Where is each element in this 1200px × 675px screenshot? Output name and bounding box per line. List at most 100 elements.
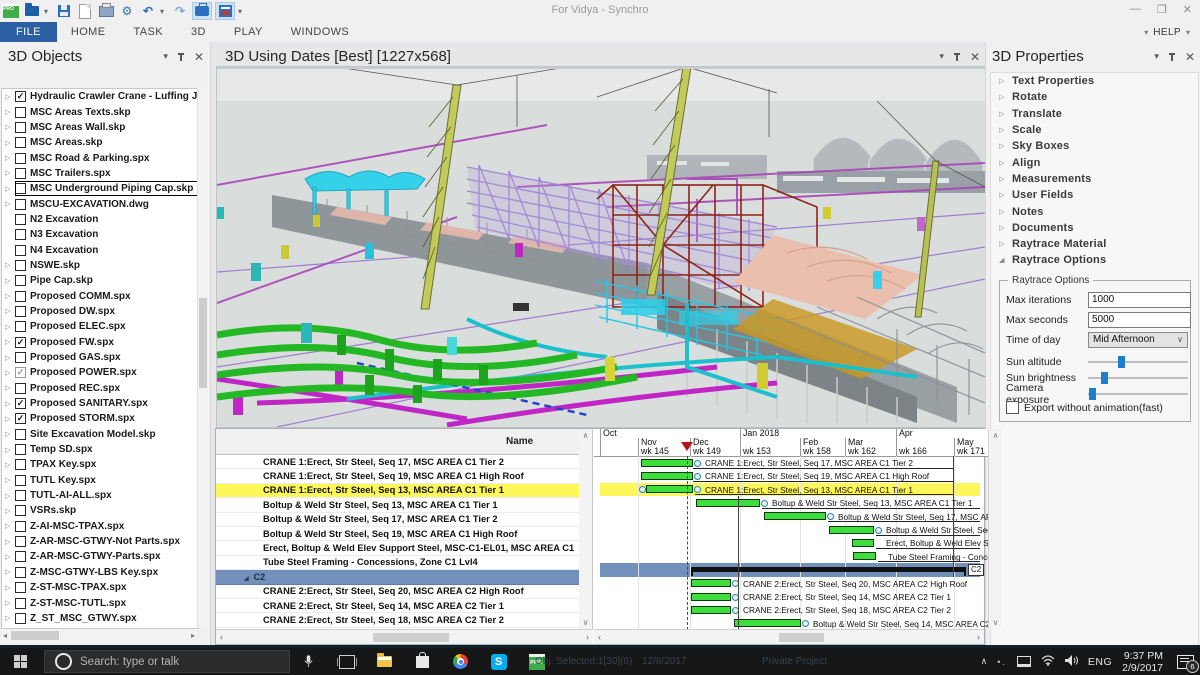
visibility-checkbox[interactable] [15, 475, 26, 486]
visibility-checkbox[interactable]: ✓ [15, 91, 26, 102]
task-bar[interactable] [646, 485, 693, 493]
visibility-checkbox[interactable] [15, 137, 26, 148]
visibility-checkbox[interactable] [15, 122, 26, 133]
scroll-left-icon[interactable]: ‹ [220, 632, 223, 642]
network-icon[interactable] [1017, 656, 1031, 667]
visibility-checkbox[interactable] [15, 260, 26, 271]
gantt-bar-row[interactable]: CRANE 1:Erect, Str Steel, Seq 13, MSC AR… [600, 483, 980, 496]
panel-menu-icon[interactable]: ▾ [1154, 51, 1159, 62]
gantt-chart-vertical-scrollbar[interactable]: ∧ ∨ [988, 429, 1002, 629]
summary-bar[interactable] [691, 567, 966, 572]
visibility-checkbox[interactable] [15, 551, 26, 562]
task-bar[interactable] [691, 606, 731, 614]
tree-item[interactable]: ▷Temp SD.spx [2, 442, 198, 457]
tree-item[interactable]: ▷✓Hydraulic Crawler Crane - Luffing Jib.… [2, 89, 198, 104]
scroll-down-icon[interactable]: ∨ [993, 618, 999, 627]
gantt-task-row[interactable]: Boltup & Weld Str Steel, Seq 19, MSC ARE… [216, 527, 579, 541]
tray-dots-icon[interactable]: •. [997, 657, 1007, 667]
visibility-checkbox[interactable] [15, 444, 26, 455]
maximize-icon[interactable]: ❐ [1157, 3, 1167, 16]
visibility-checkbox[interactable] [15, 582, 26, 593]
gantt-bar-row[interactable]: Erect, Boltup & Weld Elev Support Steel,… [600, 536, 980, 549]
expand-icon[interactable]: ▷ [5, 568, 15, 576]
gantt-bar-row[interactable]: CRANE 2:Erect, Str Steel, Seq 18, MSC AR… [600, 603, 980, 616]
expand-icon[interactable]: ▷ [999, 126, 1012, 134]
tree-item[interactable]: N4 Excavation [2, 242, 198, 257]
tree-item[interactable]: ▷MSC Areas.skp [2, 135, 198, 150]
tree-item[interactable]: ▷TPAX Key.spx [2, 457, 198, 472]
tree-item[interactable]: ▷TUTL-AI-ALL.spx [2, 488, 198, 503]
visibility-checkbox[interactable] [15, 505, 26, 516]
tree-item[interactable]: ▷MSC Underground Piping Cap.skp [2, 181, 198, 196]
expand-icon[interactable]: ▷ [5, 154, 15, 162]
tree-item[interactable]: ▷Z-ST-MSC-TUTL.spx [2, 595, 198, 610]
tree-item[interactable]: ▷Z-ST-MSC-TPAX.spx [2, 580, 198, 595]
sun-altitude-slider[interactable] [1088, 355, 1188, 369]
tree-item[interactable]: ▷NSWE.skp [2, 258, 198, 273]
gantt-task-row[interactable]: CRANE 1:Erect, Str Steel, Seq 19, MSC AR… [216, 469, 579, 483]
section-notes[interactable]: ▷Notes [991, 203, 1198, 219]
task-bar[interactable] [691, 593, 731, 601]
3d-viewport[interactable] [216, 66, 986, 428]
pin-icon[interactable] [177, 52, 185, 62]
gantt-task-row[interactable]: CRANE 2:Erect, Str Steel, Seq 14, MSC AR… [216, 599, 579, 613]
slider-thumb[interactable] [1089, 388, 1096, 400]
pin-icon[interactable] [953, 52, 961, 62]
gantt-group-row[interactable]: C2 [216, 570, 579, 584]
visibility-checkbox[interactable] [15, 490, 26, 501]
section-rotate[interactable]: ▷Rotate [991, 89, 1198, 105]
scroll-right-icon[interactable]: › [586, 632, 589, 642]
visibility-checkbox[interactable] [15, 214, 26, 225]
section-scale[interactable]: ▷Scale [991, 122, 1198, 138]
expand-icon[interactable]: ▷ [5, 476, 15, 484]
tree-item[interactable]: ▷Proposed COMM.spx [2, 288, 198, 303]
expand-icon[interactable]: ▷ [999, 191, 1012, 199]
expand-icon[interactable]: ▷ [5, 492, 15, 500]
expand-icon[interactable]: ▷ [5, 292, 15, 300]
visibility-checkbox[interactable] [15, 352, 26, 363]
visibility-checkbox[interactable] [15, 429, 26, 440]
expand-icon[interactable]: ▷ [5, 185, 15, 193]
scroll-right-icon[interactable]: › [977, 632, 980, 642]
visibility-checkbox[interactable] [15, 536, 26, 547]
expand-icon[interactable]: ▷ [5, 323, 15, 331]
expand-icon[interactable]: ▷ [999, 159, 1012, 167]
close-icon[interactable]: ✕ [1185, 52, 1195, 62]
gantt-task-row[interactable]: Boltup & Weld Str Steel, Seq 17, MSC ARE… [216, 513, 579, 527]
start-icon[interactable] [0, 648, 40, 675]
clock[interactable]: 9:37 PM2/9/2017 [1122, 650, 1163, 674]
visibility-checkbox[interactable] [15, 199, 26, 210]
section-translate[interactable]: ▷Translate [991, 106, 1198, 122]
visibility-checkbox[interactable]: ✓ [15, 367, 26, 378]
expand-icon[interactable]: ▷ [5, 446, 15, 454]
task-bar[interactable] [852, 539, 874, 547]
gantt-task-row[interactable]: Boltup & Weld Str Steel, Seq 13, MSC ARE… [216, 498, 579, 512]
file-explorer-icon[interactable] [376, 653, 393, 670]
expand-icon[interactable]: ▷ [5, 507, 15, 515]
tree-item[interactable]: ▷Site Excavation Model.skp [2, 427, 198, 442]
task-bar[interactable] [853, 552, 876, 560]
section-documents[interactable]: ▷Documents [991, 220, 1198, 236]
task-bar[interactable] [641, 459, 693, 467]
visibility-checkbox[interactable] [15, 306, 26, 317]
tab-play[interactable]: PLAY [220, 22, 277, 42]
notification-icon[interactable]: 6 [1177, 653, 1194, 670]
expand-icon[interactable]: ▷ [5, 169, 15, 177]
visibility-checkbox[interactable] [15, 613, 26, 624]
gantt-task-row[interactable]: CRANE 1:Erect, Str Steel, Seq 13, MSC AR… [216, 484, 579, 498]
tree-horizontal-scrollbar[interactable]: ◂ ▸ [1, 629, 197, 642]
gantt-name-table[interactable]: Name CRANE 1:Erect, Str Steel, Seq 17, M… [216, 429, 580, 629]
sun-brightness-slider[interactable] [1088, 371, 1188, 385]
gantt-bar-row[interactable]: Boltup & Weld Str Steel, Seq 13, MSC ARE… [600, 496, 980, 509]
search-input[interactable]: Search: type or talk [44, 650, 290, 673]
max-seconds-input[interactable] [1088, 312, 1191, 328]
tree-item[interactable]: ▷✓Proposed STORM.spx [2, 411, 198, 426]
scroll-left-icon[interactable]: ◂ [3, 631, 7, 640]
scroll-down-icon[interactable]: ∨ [583, 618, 589, 627]
expand-icon[interactable]: ▷ [5, 277, 15, 285]
gantt-bar-row[interactable]: Boltup & Weld Str Steel, Seq 17, MSC ARE… [600, 510, 980, 523]
expand-icon[interactable]: ▷ [5, 538, 15, 546]
gantt-name-header[interactable]: Name [216, 429, 579, 455]
pin-icon[interactable] [1168, 52, 1176, 62]
visibility-checkbox[interactable] [15, 321, 26, 332]
